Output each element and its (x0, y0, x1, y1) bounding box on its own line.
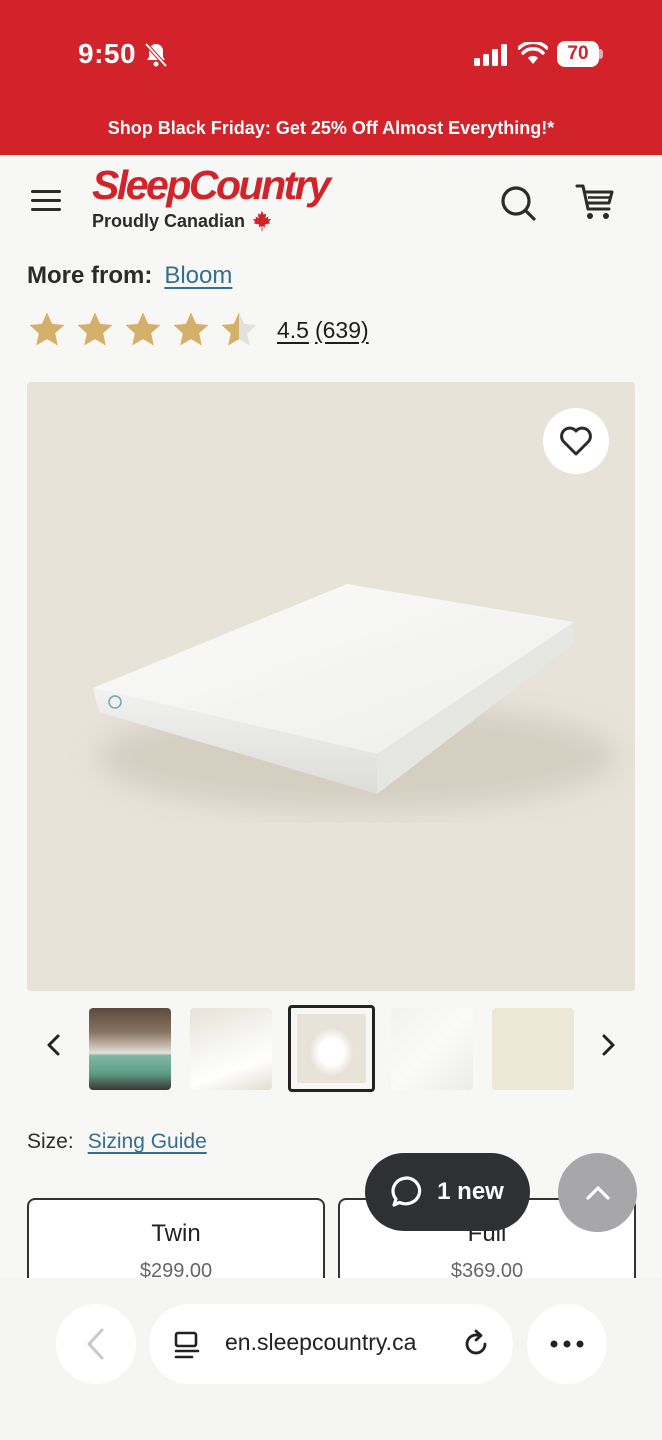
logo-wordmark: SleepCountry (92, 162, 331, 208)
page-settings-icon (174, 1331, 200, 1359)
more-options-button[interactable] (527, 1304, 607, 1384)
address-bar[interactable]: en.sleepcountry.ca (149, 1304, 513, 1384)
chat-label: 1 new (437, 1178, 504, 1205)
logo-tagline-text: Proudly Canadian (92, 210, 246, 231)
star-full-icon (29, 312, 65, 346)
thumbnail-2[interactable] (190, 1008, 272, 1090)
signal-icon (474, 44, 507, 66)
size-label: Size: (27, 1130, 74, 1153)
more-from: More from: Bloom (27, 262, 232, 290)
more-from-label: More from: (27, 262, 153, 289)
reload-icon[interactable] (461, 1329, 491, 1359)
wishlist-button[interactable] (543, 408, 609, 474)
browser-toolbar: en.sleepcountry.ca (0, 1278, 662, 1440)
chat-button[interactable]: 1 new (365, 1153, 530, 1231)
bell-slash-icon (144, 42, 168, 68)
chat-bubble-icon (391, 1176, 422, 1207)
heart-icon (560, 426, 592, 456)
battery-icon: 70 (557, 41, 603, 67)
chevron-left-icon (87, 1328, 104, 1360)
thumbnail-strip (0, 1004, 662, 1094)
maple-leaf-icon (252, 210, 272, 232)
rating-value: 4.5 (277, 316, 309, 343)
promo-banner[interactable]: Shop Black Friday: Get 25% Off Almost Ev… (0, 102, 662, 155)
rating-stars (27, 310, 259, 350)
size-option-twin[interactable]: Twin $299.00 (27, 1198, 325, 1288)
rating-count: (639) (314, 316, 369, 343)
search-icon[interactable] (498, 183, 538, 223)
chevron-up-icon (585, 1185, 610, 1200)
brand-link[interactable]: Bloom (164, 262, 232, 290)
star-full-icon (173, 312, 209, 346)
thumbnail-3[interactable] (288, 1005, 375, 1092)
browser-back-button[interactable] (56, 1304, 136, 1384)
address-text: en.sleepcountry.ca (225, 1329, 417, 1355)
mattress-image (93, 584, 617, 812)
ellipsis-icon (550, 1340, 584, 1348)
product-rating[interactable]: 4.5 (639) (27, 310, 375, 350)
logo-tagline: Proudly Canadian (92, 210, 329, 232)
menu-icon[interactable] (28, 185, 64, 215)
sizing-guide-link[interactable]: Sizing Guide (88, 1130, 207, 1154)
thumbnail-5[interactable] (492, 1008, 574, 1090)
size-row: Size: Sizing Guide (27, 1130, 207, 1154)
rating-summary[interactable]: 4.5 (639) (277, 317, 375, 344)
site-logo[interactable]: SleepCountry Proudly Canadian (92, 162, 331, 232)
chevron-left-icon[interactable] (40, 1030, 68, 1060)
status-bar: 9:50 70 (0, 0, 662, 102)
cart-icon[interactable] (574, 181, 616, 223)
promo-text: Shop Black Friday: Get 25% Off Almost Ev… (107, 118, 555, 138)
chevron-right-icon[interactable] (594, 1030, 622, 1060)
star-half-icon (221, 312, 257, 346)
wifi-icon (518, 42, 548, 64)
product-hero-image[interactable] (27, 382, 635, 991)
size-option-name: Twin (151, 1220, 201, 1247)
scroll-to-top-button[interactable] (558, 1153, 637, 1232)
star-full-icon (125, 312, 161, 346)
status-time: 9:50 (78, 38, 137, 69)
site-header: SleepCountry Proudly Canadian (0, 155, 662, 255)
battery-level: 70 (567, 43, 589, 64)
thumbnail-4[interactable] (391, 1008, 473, 1090)
thumbnail-1[interactable] (89, 1008, 171, 1090)
star-full-icon (77, 312, 113, 346)
